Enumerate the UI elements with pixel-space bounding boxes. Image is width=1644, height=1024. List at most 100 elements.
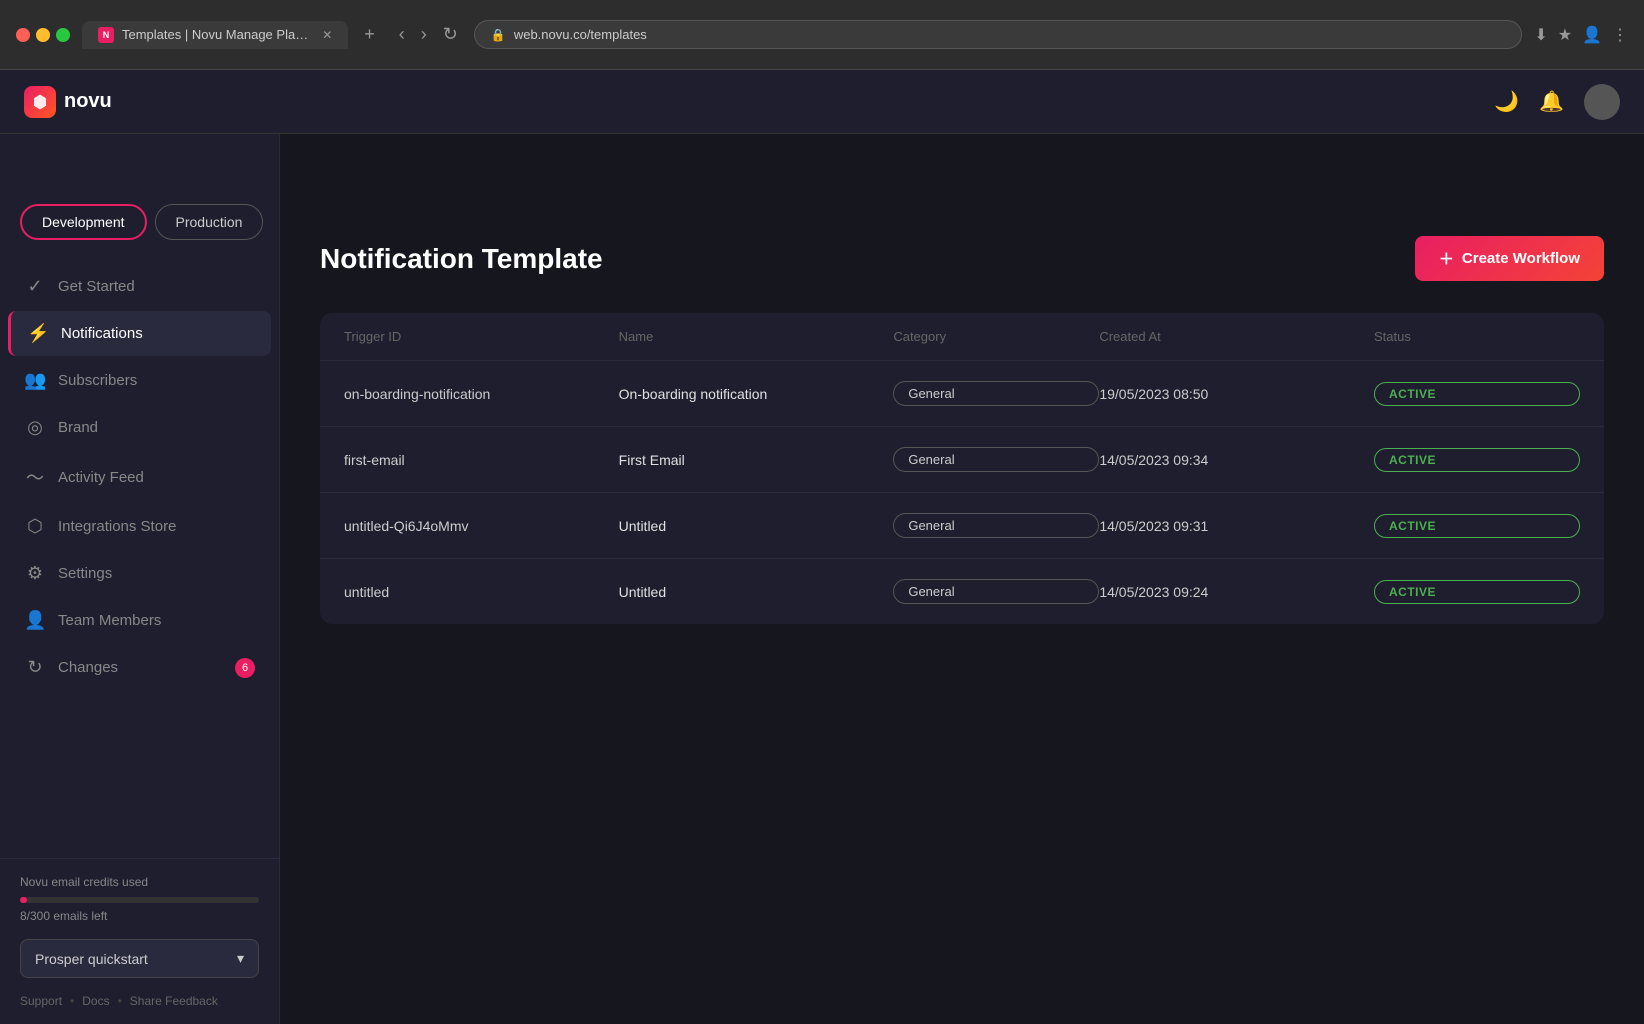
create-workflow-label: Create Workflow bbox=[1462, 250, 1580, 267]
status-badge: ACTIVE bbox=[1374, 580, 1580, 604]
email-credits-label: Novu email credits used bbox=[20, 875, 259, 889]
sidebar-item-changes[interactable]: ↻ Changes 6 bbox=[8, 645, 271, 690]
team-members-icon: 👤 bbox=[24, 610, 46, 631]
notification-table: Trigger ID Name Category Created At Stat… bbox=[320, 313, 1604, 624]
sidebar-item-get-started[interactable]: ✓ Get Started bbox=[8, 264, 271, 309]
minimize-traffic-light[interactable] bbox=[36, 28, 50, 42]
tab-close-button[interactable]: ✕ bbox=[322, 28, 332, 42]
sidebar-item-team-members[interactable]: 👤 Team Members bbox=[8, 598, 271, 643]
sidebar-item-label: Brand bbox=[58, 419, 98, 436]
col-created-at: Created At bbox=[1099, 329, 1374, 344]
share-feedback-link[interactable]: Share Feedback bbox=[130, 994, 218, 1008]
status-badge: ACTIVE bbox=[1374, 448, 1580, 472]
tab-title: Templates | Novu Manage Pla… bbox=[122, 27, 308, 42]
status-badge: ACTIVE bbox=[1374, 514, 1580, 538]
menu-icon[interactable]: ⋮ bbox=[1612, 25, 1628, 45]
maximize-traffic-light[interactable] bbox=[56, 28, 70, 42]
browser-chrome: N Templates | Novu Manage Pla… ✕ + ‹ › ↻… bbox=[0, 0, 1644, 70]
trigger-id-cell: first-email bbox=[344, 452, 619, 468]
profile-icon[interactable]: 👤 bbox=[1582, 25, 1602, 45]
status-badge: ACTIVE bbox=[1374, 382, 1580, 406]
novu-logo: novu bbox=[24, 86, 112, 118]
back-button[interactable]: ‹ bbox=[395, 20, 409, 49]
table-row[interactable]: first-email First Email General 14/05/20… bbox=[320, 427, 1604, 493]
table-row[interactable]: untitled-Qi6J4oMmv Untitled General 14/0… bbox=[320, 493, 1604, 559]
progress-fill bbox=[20, 897, 27, 903]
trigger-id-cell: on-boarding-notification bbox=[344, 386, 619, 402]
sidebar: Development Production ✓ Get Started ⚡ N… bbox=[0, 70, 280, 1024]
brand-icon: ◎ bbox=[24, 417, 46, 438]
name-cell: Untitled bbox=[619, 518, 894, 534]
sidebar-item-brand[interactable]: ◎ Brand bbox=[8, 405, 271, 450]
workspace-name: Prosper quickstart bbox=[35, 951, 148, 967]
settings-icon: ⚙ bbox=[24, 563, 46, 584]
sidebar-item-integrations[interactable]: ⬡ Integrations Store bbox=[8, 504, 271, 549]
sidebar-item-notifications[interactable]: ⚡ Notifications bbox=[8, 311, 271, 356]
created-at-cell: 14/05/2023 09:24 bbox=[1099, 584, 1374, 600]
created-at-cell: 19/05/2023 08:50 bbox=[1099, 386, 1374, 402]
category-badge: General bbox=[893, 447, 1099, 472]
sidebar-item-label: Notifications bbox=[61, 325, 143, 342]
footer-dot-2: • bbox=[118, 994, 122, 1008]
activity-feed-icon: 〜 bbox=[24, 464, 46, 490]
production-env-button[interactable]: Production bbox=[155, 204, 264, 240]
close-traffic-light[interactable] bbox=[16, 28, 30, 42]
category-badge: General bbox=[893, 381, 1099, 406]
name-cell: On-boarding notification bbox=[619, 386, 894, 402]
sidebar-item-label: Activity Feed bbox=[58, 469, 144, 486]
env-switcher: Development Production bbox=[0, 204, 279, 264]
table-header: Trigger ID Name Category Created At Stat… bbox=[320, 313, 1604, 361]
col-category: Category bbox=[893, 329, 1099, 344]
sidebar-item-label: Settings bbox=[58, 565, 112, 582]
table-row[interactable]: untitled Untitled General 14/05/2023 09:… bbox=[320, 559, 1604, 624]
trigger-id-cell: untitled bbox=[344, 584, 619, 600]
trigger-id-cell: untitled-Qi6J4oMmv bbox=[344, 518, 619, 534]
support-link[interactable]: Support bbox=[20, 994, 62, 1008]
reload-button[interactable]: ↻ bbox=[439, 20, 462, 49]
sidebar-item-subscribers[interactable]: 👥 Subscribers bbox=[8, 358, 271, 403]
extensions-icon[interactable]: ⬇ bbox=[1534, 25, 1547, 45]
sidebar-item-label: Integrations Store bbox=[58, 518, 176, 535]
emails-left: 8/300 emails left bbox=[20, 909, 259, 923]
create-workflow-button[interactable]: ＋ Create Workflow bbox=[1415, 236, 1604, 281]
topbar-actions: 🌙 🔔 bbox=[1494, 84, 1620, 120]
sidebar-item-activity-feed[interactable]: 〜 Activity Feed bbox=[8, 452, 271, 502]
sidebar-bottom: Novu email credits used 8/300 emails lef… bbox=[0, 858, 279, 1024]
tab-favicon: N bbox=[98, 27, 114, 43]
new-tab-button[interactable]: + bbox=[364, 24, 375, 45]
forward-button[interactable]: › bbox=[417, 20, 431, 49]
col-trigger-id: Trigger ID bbox=[344, 329, 619, 344]
created-at-cell: 14/05/2023 09:31 bbox=[1099, 518, 1374, 534]
address-bar[interactable]: 🔒 web.novu.co/templates bbox=[474, 20, 1522, 49]
sidebar-item-label: Changes bbox=[58, 659, 118, 676]
logo-icon bbox=[24, 86, 56, 118]
topbar: novu 🌙 🔔 bbox=[0, 70, 1644, 134]
workspace-select[interactable]: Prosper quickstart ▾ bbox=[20, 939, 259, 978]
theme-toggle-icon[interactable]: 🌙 bbox=[1494, 89, 1519, 114]
integrations-icon: ⬡ bbox=[24, 516, 46, 537]
sidebar-item-label: Team Members bbox=[58, 612, 161, 629]
name-cell: First Email bbox=[619, 452, 894, 468]
sidebar-item-settings[interactable]: ⚙ Settings bbox=[8, 551, 271, 596]
col-status: Status bbox=[1374, 329, 1580, 344]
logo-text: novu bbox=[64, 90, 112, 113]
avatar[interactable] bbox=[1584, 84, 1620, 120]
footer-dot-1: • bbox=[70, 994, 74, 1008]
chevron-down-icon: ▾ bbox=[237, 950, 244, 967]
table-row[interactable]: on-boarding-notification On-boarding not… bbox=[320, 361, 1604, 427]
browser-tab[interactable]: N Templates | Novu Manage Pla… ✕ bbox=[82, 21, 348, 49]
bell-icon[interactable]: 🔔 bbox=[1539, 89, 1564, 114]
bookmark-icon[interactable]: ★ bbox=[1558, 25, 1572, 45]
docs-link[interactable]: Docs bbox=[82, 994, 109, 1008]
url-text: web.novu.co/templates bbox=[514, 27, 647, 42]
category-badge: General bbox=[893, 579, 1099, 604]
page-title: Notification Template bbox=[320, 243, 603, 275]
main-inner: Notification Template ＋ Create Workflow … bbox=[280, 204, 1644, 656]
main-content: Notification Template ＋ Create Workflow … bbox=[280, 70, 1644, 1024]
nav-items: ✓ Get Started ⚡ Notifications 👥 Subscrib… bbox=[0, 264, 279, 858]
browser-actions: ⬇ ★ 👤 ⋮ bbox=[1534, 25, 1628, 45]
check-circle-icon: ✓ bbox=[24, 276, 46, 297]
development-env-button[interactable]: Development bbox=[20, 204, 147, 240]
category-badge: General bbox=[893, 513, 1099, 538]
changes-icon: ↻ bbox=[24, 657, 46, 678]
